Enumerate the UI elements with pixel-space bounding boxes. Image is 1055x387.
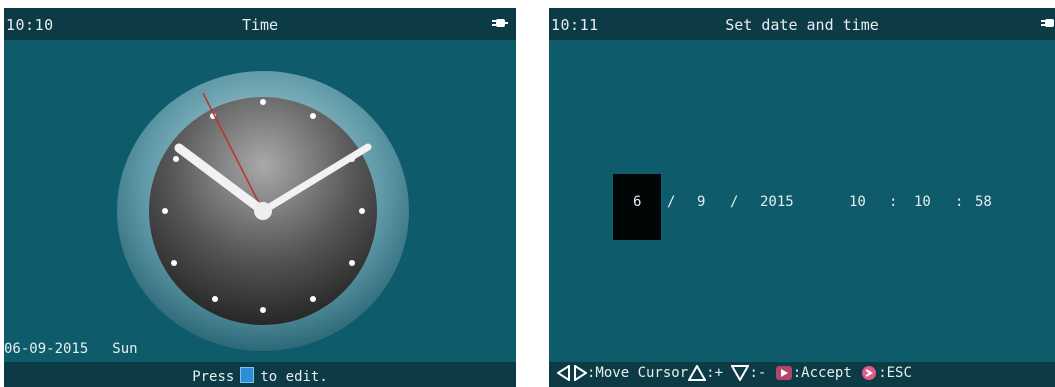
screen-title: Set date and time xyxy=(725,16,879,34)
hour-marker xyxy=(260,307,266,313)
hour-marker xyxy=(310,113,316,119)
accept-play-icon[interactable] xyxy=(775,365,793,381)
hint-press-text: Press xyxy=(192,369,235,385)
edit-key-icon[interactable] xyxy=(240,367,255,383)
hour-marker xyxy=(173,156,179,162)
time-separator: : xyxy=(955,194,964,210)
year-field[interactable]: 2015 xyxy=(760,194,794,210)
up-triangle-icon[interactable] xyxy=(688,365,707,381)
date-separator: / xyxy=(667,194,676,210)
hour-marker xyxy=(162,208,168,214)
hour-marker xyxy=(310,296,316,302)
clock-center-cap xyxy=(254,202,272,220)
left-right-arrows-icon[interactable] xyxy=(557,365,587,381)
hour-marker xyxy=(212,296,218,302)
hour-marker xyxy=(171,260,177,266)
minute-field[interactable]: 10 xyxy=(914,194,931,210)
analog-clock xyxy=(117,71,409,351)
hour-marker xyxy=(260,99,266,105)
down-triangle-icon[interactable] xyxy=(731,365,750,381)
move-cursor-label: :Move Cursor xyxy=(587,365,689,381)
accept-label: :Accept xyxy=(792,365,852,381)
month-field[interactable]: 9 xyxy=(697,194,705,210)
minus-label: :- xyxy=(749,365,767,381)
status-bar: 10:11 Set date and time xyxy=(549,8,1055,40)
weekday: Sun xyxy=(112,341,138,357)
key-hints: :Move Cursor :+ :- :Accept :ESC xyxy=(557,365,912,381)
esc-label: :ESC xyxy=(878,365,912,381)
date-line: 06-09-2015 Sun xyxy=(4,341,138,357)
esc-back-icon[interactable] xyxy=(860,365,878,381)
set-date-time-screen: 10:11 Set date and time 6 / 9 / 2015 10 … xyxy=(549,8,1055,387)
second-field[interactable]: 58 xyxy=(975,194,992,210)
date-separator: / xyxy=(730,194,739,210)
time-screen: 10:10 Time 06-09-2015 Sun Press to edit. xyxy=(4,8,516,387)
hour-marker xyxy=(349,260,355,266)
hour-marker xyxy=(359,208,365,214)
edit-hint: Press to edit. xyxy=(4,367,516,385)
time-separator: : xyxy=(889,194,898,210)
bottom-hint-bar: Press to edit. xyxy=(4,362,516,387)
screen-title: Time xyxy=(241,16,279,34)
power-plug-icon xyxy=(1041,19,1054,27)
status-bar: 10:10 Time xyxy=(4,8,516,40)
current-date: 06-09-2015 xyxy=(4,341,89,357)
hour-field[interactable]: 10 xyxy=(849,194,866,210)
plus-label: :+ xyxy=(706,365,724,381)
hint-edit-text: to edit. xyxy=(260,369,328,385)
day-field[interactable]: 6 xyxy=(633,194,641,210)
power-plug-icon xyxy=(492,19,508,27)
key-hint-bar: :Move Cursor :+ :- :Accept :ESC xyxy=(549,362,1055,387)
